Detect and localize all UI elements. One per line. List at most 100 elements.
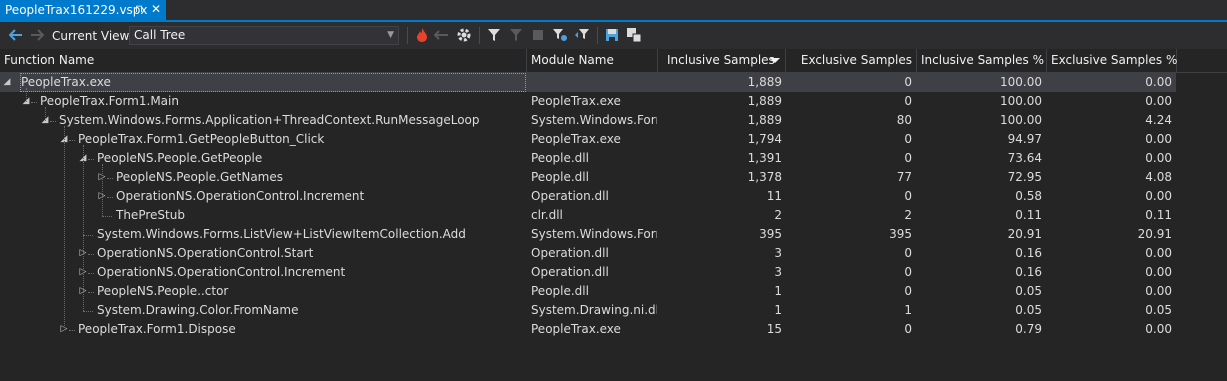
module-name-cell: People.dll: [531, 151, 589, 165]
toolbar-separator: [597, 27, 598, 44]
forward-arrow-icon[interactable]: [29, 27, 45, 43]
column-header-inclusive-samples[interactable]: Inclusive Samples: [658, 49, 786, 72]
exclusive-samples-cell: 0: [904, 265, 912, 279]
table-row[interactable]: System.Windows.Forms.ListView+ListViewIt…: [0, 225, 1227, 244]
exclusive-samples-cell: 0: [904, 151, 912, 165]
tree-connector: [88, 254, 94, 255]
inclusive-samples-cell: 11: [766, 189, 782, 203]
inclusive-samples-pct-cell: 20.91: [1007, 227, 1042, 241]
exclusive-samples-pct-cell: 0.00: [1145, 246, 1172, 260]
column-header-exclusive-samples-pct[interactable]: Exclusive Samples %: [1047, 49, 1177, 72]
table-row[interactable]: ▷ PeopleNS.People..ctor People.dll 1 0 0.05 0.…: [0, 282, 1227, 301]
column-header-exclusive-samples[interactable]: Exclusive Samples: [786, 49, 917, 72]
inclusive-samples-cell: 2: [774, 208, 782, 222]
exclusive-samples-cell: 0: [904, 322, 912, 336]
expanded-arrow-icon[interactable]: ◢: [2, 73, 12, 92]
tree-connector: [31, 102, 37, 103]
filter-icon[interactable]: [486, 27, 502, 43]
function-name-cell: OperationNS.OperationControl.Start: [97, 246, 314, 260]
save-icon[interactable]: [604, 27, 620, 43]
table-row[interactable]: ◢ System.Windows.Forms.Application+Thread…: [0, 111, 1227, 130]
exclusive-samples-cell: 80: [896, 113, 912, 127]
function-name-cell: System.Windows.Forms.Application+ThreadC…: [59, 113, 480, 127]
tree-connector: [69, 140, 75, 141]
function-name-cell: PeopleTrax.exe: [21, 75, 111, 89]
table-row[interactable]: ▷ PeopleTrax.Form1.Dispose PeopleTrax.exe 1…: [0, 320, 1227, 339]
exclusive-samples-cell: 0: [904, 246, 912, 260]
inclusive-samples-pct-cell: 0.11: [1015, 208, 1042, 222]
module-name-cell: Operation.dll: [531, 246, 609, 260]
exclusive-samples-pct-cell: 0.00: [1145, 151, 1172, 165]
tree-connector: [88, 273, 94, 274]
inclusive-samples-cell: 1: [774, 303, 782, 317]
document-tab[interactable]: PeopleTrax161229.vspx ⊓ ✕: [0, 0, 166, 20]
filter-toggle-icon[interactable]: [574, 27, 590, 43]
tree-guide-line: [64, 126, 65, 330]
export-icon[interactable]: [626, 27, 642, 43]
chevron-down-icon: ▼: [387, 30, 394, 40]
module-name-cell: People.dll: [531, 284, 589, 298]
exclusive-samples-pct-cell: 0.00: [1145, 132, 1172, 146]
function-name-cell: PeopleNS.People..ctor: [97, 284, 229, 298]
inclusive-samples-cell: 3: [774, 246, 782, 260]
current-view-label: Current View:: [52, 29, 133, 43]
table-row[interactable]: ◢ PeopleTrax.Form1.Main PeopleTrax.exe 1,88…: [0, 92, 1227, 111]
tree-connector: [83, 235, 93, 236]
tree-connector: [88, 292, 94, 293]
hot-path-prev-icon[interactable]: [434, 27, 450, 43]
pin-icon[interactable]: ⊓: [133, 3, 145, 17]
inclusive-samples-cell: 15: [766, 322, 782, 336]
exclusive-samples-pct-cell: 0.05: [1145, 303, 1172, 317]
settings-gear-icon[interactable]: [456, 27, 472, 43]
current-view-value: Call Tree: [134, 28, 186, 42]
clear-filter-icon[interactable]: [508, 27, 524, 43]
tree-connector: [83, 311, 93, 312]
current-view-select[interactable]: Call Tree ▼: [129, 26, 399, 45]
module-name-cell: PeopleTrax.exe: [531, 322, 621, 336]
table-row[interactable]: ▷ PeopleNS.People.GetNames People.dll 1,378…: [0, 168, 1227, 187]
table-row[interactable]: ▷ OperationNS.OperationControl.Increment O…: [0, 263, 1227, 282]
exclusive-samples-pct-cell: 0.00: [1145, 284, 1172, 298]
inclusive-samples-cell: 1,889: [747, 94, 782, 108]
exclusive-samples-pct-cell: 0.00: [1145, 322, 1172, 336]
exclusive-samples-pct-cell: 0.00: [1145, 75, 1172, 89]
tree-guide-line: [102, 164, 103, 216]
inclusive-samples-pct-cell: 94.97: [1007, 132, 1042, 146]
inclusive-samples-pct-cell: 0.16: [1015, 246, 1042, 260]
function-name-cell: PeopleTrax.Form1.Dispose: [78, 322, 236, 336]
inclusive-samples-pct-cell: 100.00: [1000, 75, 1042, 89]
filter-settings-icon[interactable]: [552, 27, 568, 43]
table-row[interactable]: ThePreStub clr.dll 2 2 0.11 0.11: [0, 206, 1227, 225]
column-header-function-name[interactable]: Function Name: [0, 49, 527, 72]
function-name-cell: PeopleTrax.Form1.Main: [40, 94, 179, 108]
inclusive-samples-cell: 3: [774, 265, 782, 279]
toolbar-separator: [479, 27, 480, 44]
exclusive-samples-pct-cell: 4.24: [1145, 113, 1172, 127]
stop-icon[interactable]: [530, 27, 546, 43]
exclusive-samples-pct-cell: 0.00: [1145, 265, 1172, 279]
table-row[interactable]: ▷ OperationNS.OperationControl.Start Opera…: [0, 244, 1227, 263]
column-header-inclusive-samples-pct[interactable]: Inclusive Samples %: [917, 49, 1047, 72]
table-row[interactable]: ◢ PeopleNS.People.GetPeople People.dll 1,39…: [0, 149, 1227, 168]
back-arrow-icon[interactable]: [8, 27, 24, 43]
exclusive-samples-cell: 0: [904, 94, 912, 108]
table-row[interactable]: System.Drawing.Color.FromName System.Draw…: [0, 301, 1227, 320]
module-name-cell: [531, 73, 657, 92]
table-row[interactable]: ▷ OperationNS.OperationControl.Increment O…: [0, 187, 1227, 206]
module-name-cell: PeopleTrax.exe: [531, 94, 621, 108]
tree-connector: [102, 216, 112, 217]
profiler-toolbar: Current View: Call Tree ▼: [0, 22, 1227, 49]
table-row[interactable]: ◢ PeopleTrax.exe 1,889 0 100.00 0.00: [0, 73, 1227, 92]
tree-connector: [69, 330, 75, 331]
tree-guide-line: [45, 107, 46, 121]
inclusive-samples-pct-cell: 0.05: [1015, 303, 1042, 317]
table-row[interactable]: ◢ PeopleTrax.Form1.GetPeopleButton_Click P…: [0, 130, 1227, 149]
column-header-module-name[interactable]: Module Name: [527, 49, 658, 72]
call-tree-grid: Function Name Module Name Inclusive Samp…: [0, 49, 1227, 381]
close-icon[interactable]: ✕: [150, 2, 162, 16]
exclusive-samples-pct-cell: 0.11: [1145, 208, 1172, 222]
inclusive-samples-pct-cell: 72.95: [1007, 170, 1042, 184]
hot-path-flame-icon[interactable]: [414, 27, 430, 43]
function-name-cell: PeopleNS.People.GetNames: [116, 170, 283, 184]
exclusive-samples-cell: 0: [904, 284, 912, 298]
